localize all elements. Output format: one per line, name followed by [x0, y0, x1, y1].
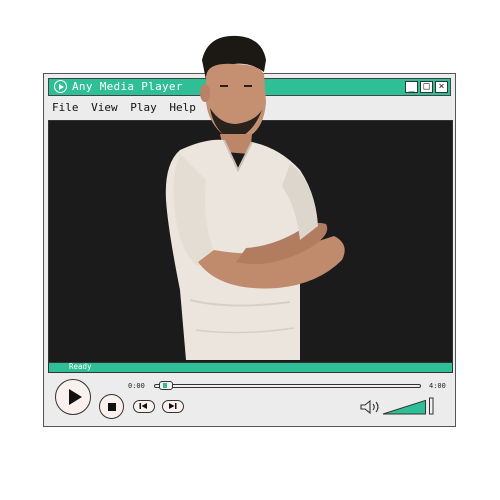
speaker-icon[interactable] [360, 400, 382, 414]
play-button[interactable] [55, 379, 91, 415]
skip-next-icon [169, 403, 177, 409]
maximize-button[interactable]: □ [420, 81, 433, 93]
playback-controls: 0:00 4:00 [44, 374, 454, 426]
minimize-button[interactable]: _ [405, 81, 418, 93]
close-button[interactable]: × [435, 81, 448, 93]
seek-thumb[interactable] [159, 381, 174, 390]
total-time: 4:00 [429, 382, 446, 390]
stop-button[interactable] [99, 394, 124, 419]
seek-bar[interactable] [154, 384, 421, 388]
menu-view[interactable]: View [91, 101, 118, 114]
play-circle-icon [54, 80, 67, 93]
person-photo [165, 35, 345, 360]
menu-file[interactable]: File [52, 101, 79, 114]
volume-slider[interactable] [382, 397, 434, 415]
next-button[interactable] [162, 400, 184, 413]
previous-button[interactable] [133, 400, 155, 413]
current-time: 0:00 [128, 382, 145, 390]
skip-previous-icon [139, 403, 147, 409]
status-text: Ready [69, 362, 92, 371]
status-bar: Ready [48, 362, 453, 373]
